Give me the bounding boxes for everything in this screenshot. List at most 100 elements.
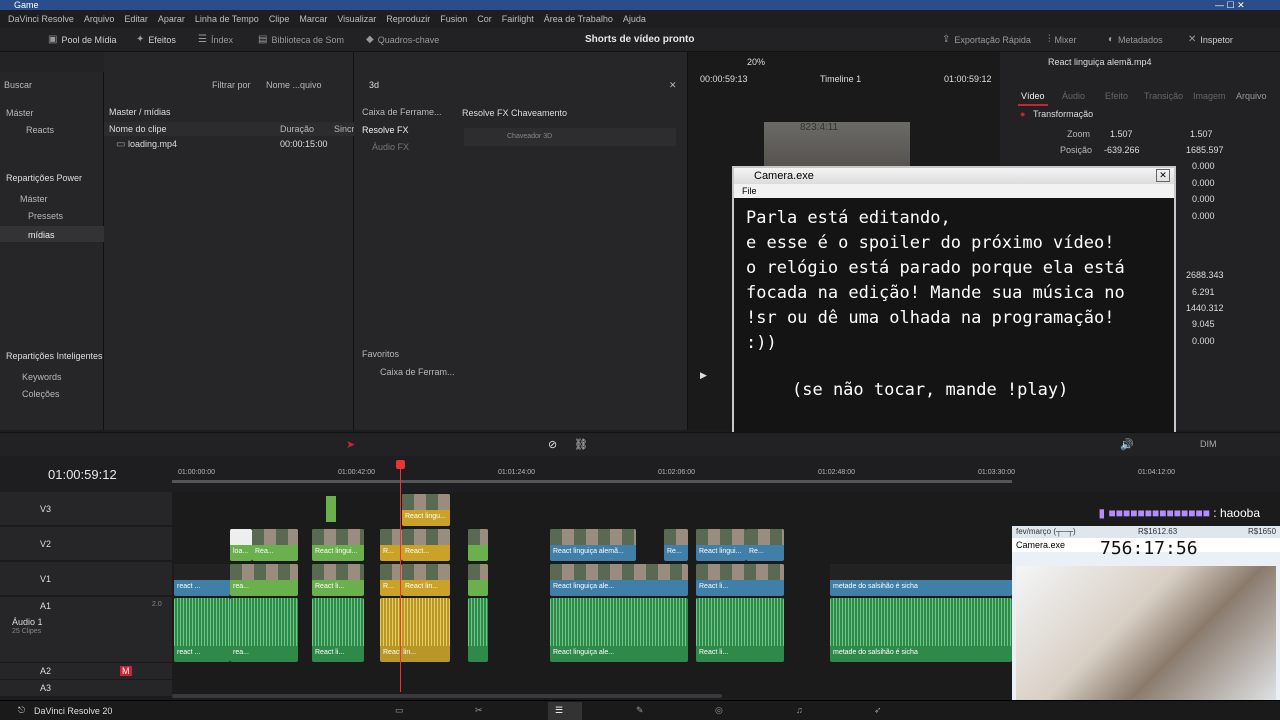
audio-clip[interactable]: rea...	[230, 598, 298, 662]
menu-item[interactable]: Área de Trabalho	[544, 14, 613, 24]
menu-item[interactable]: Editar	[124, 14, 148, 24]
timeline-timecode[interactable]: 01:00:59:12	[48, 467, 117, 482]
snap-icon[interactable]: ⊘	[548, 438, 557, 451]
color-page-icon[interactable]: ◎	[715, 705, 723, 716]
audio-clip[interactable]	[468, 598, 488, 662]
track-label[interactable]: A3	[40, 683, 51, 693]
index-button[interactable]: ☰ Índex	[198, 34, 233, 45]
section-transform[interactable]: Transformação	[1033, 109, 1093, 119]
timeline-clip[interactable]: React li...	[696, 564, 784, 596]
selection-tool-icon[interactable]: ➤	[346, 438, 355, 451]
timeline-clip[interactable]: React li...	[312, 564, 364, 596]
menu-item[interactable]: Fusion	[440, 14, 467, 24]
zoom-x-field[interactable]: 1.507	[1110, 129, 1133, 139]
inspector-button[interactable]: ✕ Inspetor	[1188, 34, 1233, 45]
inspector-value[interactable]: 9.045	[1192, 319, 1215, 329]
playhead-handle[interactable]	[396, 460, 405, 469]
fx-item-3d-keyer[interactable]: Chaveador 3D	[507, 133, 552, 140]
audio-clip[interactable]: metade do salsihão é sicha	[830, 598, 1012, 662]
fx-resolve-fx[interactable]: Resolve FX	[362, 125, 409, 135]
zoom-y-field[interactable]: 1.507	[1190, 129, 1213, 139]
inspector-value[interactable]: 0.000	[1192, 336, 1215, 346]
timeline-clip[interactable]: React lingui...	[696, 529, 746, 561]
mixer-button[interactable]: ⫶ Mixer	[1048, 34, 1077, 45]
timeline-clip[interactable]: loa...	[230, 529, 252, 561]
search-label[interactable]: Buscar	[4, 80, 32, 90]
inspector-value[interactable]: 0.000	[1192, 211, 1215, 221]
menu-item[interactable]: Ajuda	[623, 14, 646, 24]
ruler-scrub-bar[interactable]	[172, 480, 1012, 483]
play-icon[interactable]: ▶	[700, 370, 707, 381]
tab-file[interactable]: Arquivo	[1236, 91, 1267, 101]
col-sync[interactable]: Sincr	[334, 124, 355, 134]
volume-icon[interactable]: 🔊	[1120, 438, 1134, 451]
favorites-header[interactable]: Favoritos	[362, 349, 399, 359]
section-dot[interactable]: ●	[1020, 109, 1025, 119]
track-label[interactable]: V2	[40, 539, 51, 549]
effects-button[interactable]: ✦ Efeitos	[136, 34, 176, 45]
audio-clip[interactable]: React li...	[696, 598, 784, 662]
filter-select[interactable]: Nome ...quivo	[266, 80, 322, 90]
media-pool-button[interactable]: ▣ Pool de Mídia	[48, 34, 117, 45]
timeline-name[interactable]: Timeline 1	[820, 74, 861, 84]
favorites-toolbox[interactable]: Caixa de Ferram...	[380, 367, 455, 377]
playhead[interactable]	[400, 462, 401, 692]
audio-clip[interactable]: React lin...	[380, 598, 450, 662]
timeline-clip[interactable]: React linguiça alemã...	[550, 529, 636, 561]
fx-toolbox[interactable]: Caixa de Ferrame...	[362, 107, 442, 117]
mute-button[interactable]: M	[120, 666, 132, 676]
fx-item-row[interactable]	[464, 128, 676, 146]
menu-item[interactable]: Visualizar	[337, 14, 376, 24]
timeline-clip[interactable]: rea...	[230, 564, 298, 596]
track-label[interactable]: A1	[40, 601, 51, 611]
timeline-clip[interactable]: Rea...	[252, 529, 298, 561]
timeline-clip[interactable]: R...	[380, 564, 402, 596]
popup-menu-file[interactable]: File	[734, 184, 1174, 198]
power-bin-pressets[interactable]: Pressets	[28, 211, 63, 221]
position-y-field[interactable]: 1685.597	[1186, 145, 1224, 155]
inspector-value[interactable]: 0.000	[1192, 161, 1215, 171]
menu-item[interactable]: Aparar	[158, 14, 185, 24]
edit-page-icon[interactable]: ☰	[555, 705, 563, 716]
inspector-value[interactable]: 0.000	[1192, 178, 1215, 188]
timeline-clip[interactable]: react ...	[174, 564, 230, 596]
audio-track-name[interactable]: Áudio 1	[12, 617, 43, 627]
link-icon[interactable]: ⛓	[574, 438, 588, 451]
timeline-clip[interactable]: Re...	[664, 529, 688, 561]
fusion-page-icon[interactable]: ✎	[636, 705, 644, 716]
timeline-clip[interactable]: Re...	[746, 529, 784, 561]
position-x-field[interactable]: -639.266	[1104, 145, 1140, 155]
track-label[interactable]: V3	[40, 504, 51, 514]
timeline-clip[interactable]: React lingu...	[402, 494, 450, 526]
inspector-value[interactable]: 2688.343	[1186, 270, 1224, 280]
timeline-clip[interactable]: React lingui...	[312, 529, 364, 561]
timeline-clip[interactable]: metade do salsihão é sicha	[830, 564, 1012, 596]
menu-item[interactable]: Cor	[477, 14, 492, 24]
menu-item[interactable]: Reproduzir	[386, 14, 430, 24]
inspector-value[interactable]: 0.000	[1192, 194, 1215, 204]
fairlight-page-icon[interactable]: ♫	[796, 705, 803, 715]
menu-item[interactable]: Clipe	[269, 14, 290, 24]
smart-bin-collections[interactable]: Coleções	[22, 389, 60, 399]
menu-item[interactable]: DaVinci Resolve	[8, 14, 74, 24]
audio-clip[interactable]: React linguiça ale...	[550, 598, 688, 662]
timeline-clip[interactable]	[468, 529, 488, 561]
effects-search-input[interactable]: 3d	[369, 80, 379, 90]
window-controls[interactable]: — ☐ ✕	[1215, 0, 1245, 10]
power-bin-midias[interactable]: mídias	[28, 230, 55, 240]
timeline-clip[interactable]	[326, 496, 336, 522]
inspector-value[interactable]: 6.291	[1192, 287, 1215, 297]
menu-item[interactable]: Marcar	[299, 14, 327, 24]
smart-bin-keywords[interactable]: Keywords	[22, 372, 62, 382]
sound-library-button[interactable]: ▤ Biblioteca de Som	[258, 34, 344, 45]
audio-clip[interactable]: react ...	[174, 598, 230, 662]
media-page-icon[interactable]: ▭	[395, 705, 404, 716]
dim-button[interactable]: DIM	[1200, 439, 1217, 449]
clear-search-icon[interactable]: ✕	[669, 80, 677, 91]
timeline-clip[interactable]	[468, 564, 488, 596]
menu-item[interactable]: Linha de Tempo	[195, 14, 259, 24]
track-label[interactable]: A2	[40, 666, 51, 676]
audio-clip[interactable]: React li...	[312, 598, 364, 662]
menu-item[interactable]: Fairlight	[502, 14, 534, 24]
track-label[interactable]: V1	[40, 574, 51, 584]
